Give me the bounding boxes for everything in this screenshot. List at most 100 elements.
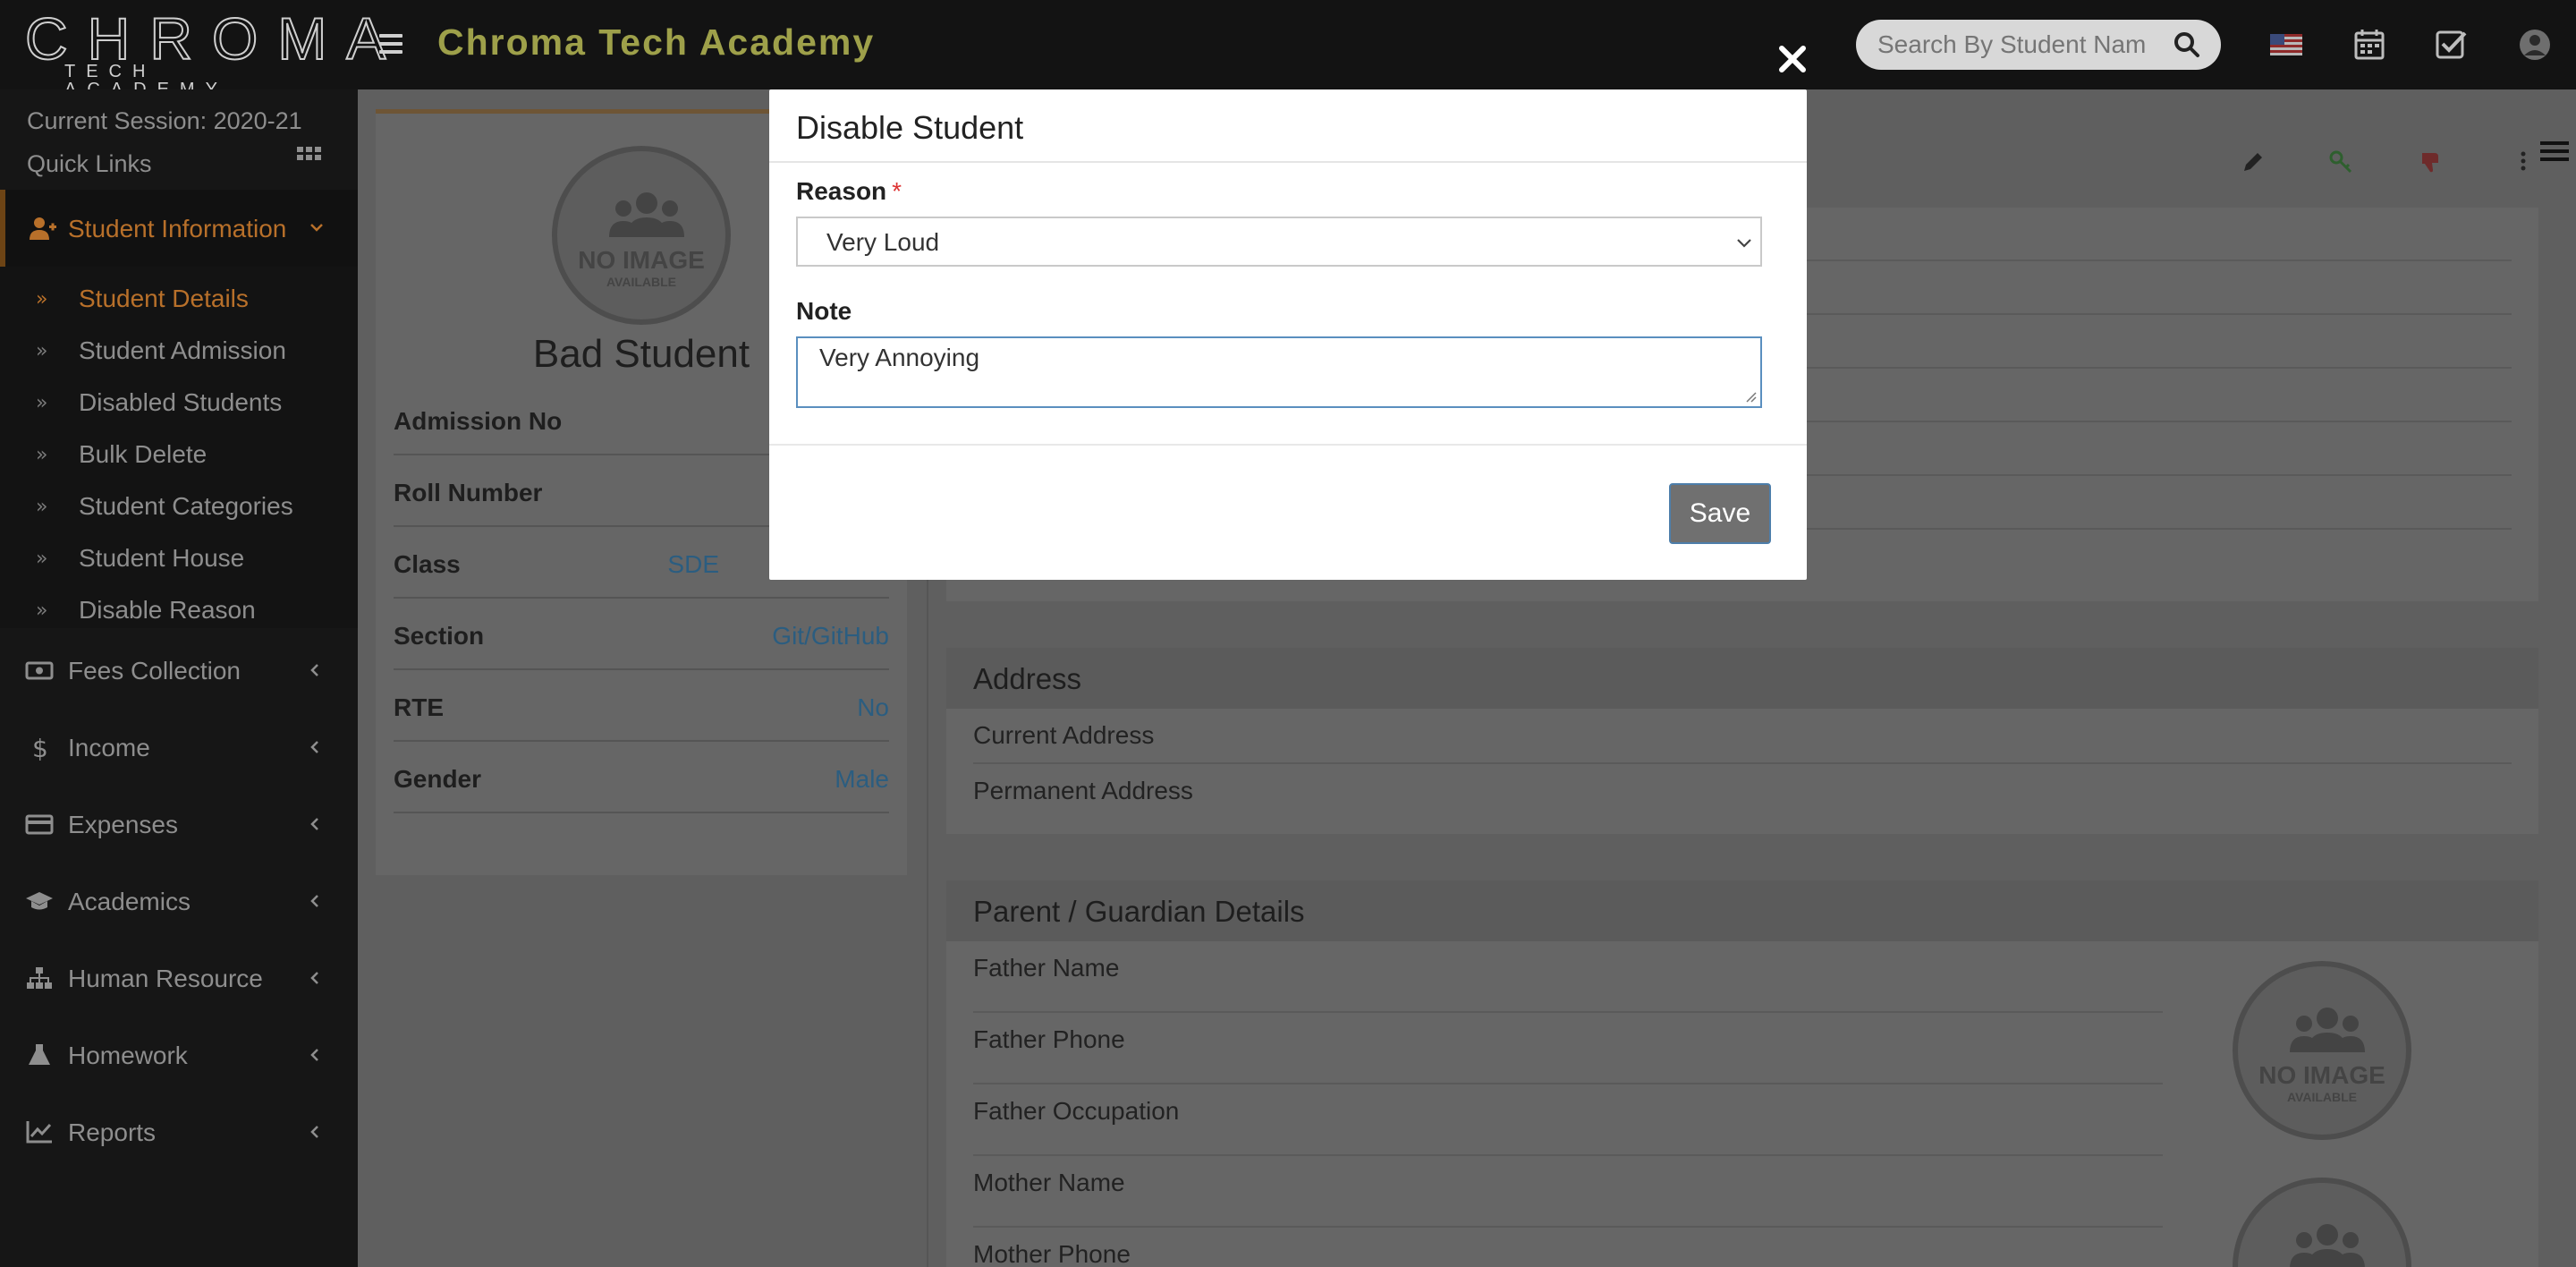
money-icon — [25, 661, 54, 680]
address-panel-header: Address — [946, 648, 2538, 709]
double-chevron-icon: » — [36, 496, 48, 518]
address-panel: Address Current Address Permanent Addres… — [946, 648, 2538, 834]
row-label: Father Occupation — [973, 1097, 1180, 1125]
sitemap-icon — [27, 967, 52, 989]
row-label: Mother Phone — [973, 1240, 1131, 1267]
search-icon[interactable] — [2169, 27, 2205, 63]
more-vertical-icon[interactable] — [2510, 149, 2537, 175]
thumbs-down-icon[interactable] — [2417, 149, 2444, 175]
chevron-down-icon — [310, 224, 323, 232]
address-row: Current Address — [973, 709, 2512, 764]
dollar-icon: $ — [32, 734, 48, 761]
calendar-icon[interactable] — [2350, 25, 2389, 64]
reason-select[interactable]: Very Loud — [798, 218, 1760, 265]
info-key: RTE — [394, 693, 444, 721]
row-label: Mother Name — [973, 1169, 1125, 1196]
info-value: SDE — [667, 550, 719, 578]
sidebar-item-student-house[interactable]: » Student House — [0, 531, 358, 583]
row-label: Permanent Address — [973, 777, 1193, 804]
no-image-text: NO IMAGE — [2258, 1061, 2385, 1089]
double-chevron-icon: » — [36, 392, 48, 414]
info-key: Section — [394, 622, 485, 650]
reason-select-wrapper: Very Loud — [796, 217, 1762, 267]
sidebar-item-label: Disabled Students — [79, 388, 283, 416]
menu-icon[interactable] — [379, 34, 402, 55]
chevron-left-icon — [310, 1126, 318, 1138]
user-plus-icon — [30, 217, 56, 240]
sidebar-item-student-categories[interactable]: » Student Categories — [0, 480, 358, 531]
address-row: Permanent Address — [973, 764, 2512, 820]
sidebar-item-disable-reason[interactable]: » Disable Reason — [0, 583, 358, 635]
sidebar-item-homework[interactable]: Homework — [0, 1016, 358, 1093]
sidebar-item-label: Expenses — [68, 811, 178, 838]
sidebar-item-reports[interactable]: Reports — [0, 1093, 358, 1170]
sidebar-item-label: Disable Reason — [79, 596, 256, 624]
row-label: Current Address — [973, 721, 1155, 749]
info-key: Gender — [394, 765, 482, 793]
parent-row: Mother Phone — [973, 1228, 2163, 1267]
father-avatar: NO IMAGE AVAILABLE — [2233, 961, 2411, 1140]
info-key: Roll Number — [394, 479, 543, 506]
info-row-section: Section Git/GitHub — [394, 599, 889, 670]
flask-icon — [29, 1044, 50, 1065]
note-label: Note — [796, 297, 852, 325]
current-session: Current Session: 2020-21 — [27, 107, 302, 134]
reason-label: Reason * — [796, 177, 902, 206]
chevron-left-icon — [310, 1049, 318, 1061]
panel-title: Parent / Guardian Details — [973, 895, 1305, 928]
info-row-gender: Gender Male — [394, 742, 889, 813]
sidebar-item-label: Income — [68, 734, 150, 761]
sidebar-item-income[interactable]: $ Income — [0, 709, 358, 786]
sidebar-section-student-information[interactable]: Student Information — [0, 190, 358, 267]
credit-card-icon — [25, 814, 54, 835]
sidebar-item-expenses[interactable]: Expenses — [0, 786, 358, 863]
grid-icon[interactable] — [297, 147, 322, 168]
search-input[interactable] — [1877, 27, 2146, 63]
sidebar-item-fees-collection[interactable]: Fees Collection — [0, 632, 358, 709]
info-value: Male — [835, 765, 889, 793]
required-mark: * — [892, 177, 902, 205]
line-chart-icon — [26, 1121, 52, 1144]
sidebar-item-human-resource[interactable]: Human Resource — [0, 940, 358, 1016]
sidebar-item-disabled-students[interactable]: » Disabled Students — [0, 376, 358, 428]
info-key: Admission No — [394, 407, 563, 435]
sidebar-item-label: Human Resource — [68, 965, 263, 992]
hamburger-menu-icon[interactable] — [2540, 138, 2569, 165]
profile-avatar: NO IMAGE AVAILABLE — [552, 146, 731, 325]
parent-guardian-panel: Parent / Guardian Details Father Name Fa… — [946, 880, 2538, 1267]
edit-pencil-icon[interactable] — [2240, 149, 2267, 175]
info-value: No — [857, 693, 889, 721]
parent-row: Mother Name — [973, 1156, 2163, 1228]
info-value: Git/GitHub — [772, 622, 889, 650]
save-button[interactable]: Save — [1669, 483, 1771, 544]
no-image-people-icon — [2290, 1224, 2365, 1267]
sidebar-item-student-admission[interactable]: » Student Admission — [0, 324, 358, 376]
us-flag-icon[interactable] — [2267, 25, 2306, 64]
sidebar-item-academics[interactable]: Academics — [0, 863, 358, 940]
close-icon[interactable] — [1776, 43, 1809, 75]
sidebar-item-label: Student Admission — [79, 336, 286, 364]
user-avatar-icon[interactable] — [2515, 25, 2555, 64]
divider — [769, 161, 1807, 163]
tasks-checkbox-icon[interactable] — [2431, 25, 2470, 64]
sidebar-item-student-details[interactable]: » Student Details — [0, 272, 358, 324]
double-chevron-icon: » — [36, 599, 48, 622]
sidebar-item-label: Academics — [68, 888, 191, 915]
row-label: Father Name — [973, 954, 1120, 982]
no-image-people-icon — [2290, 1008, 2365, 1052]
double-chevron-icon: » — [36, 340, 48, 362]
top-header: CHROMA TECH ACADEMY Chroma Tech Academy — [0, 0, 2576, 98]
note-textarea-wrapper: Very Annoying — [796, 336, 1762, 408]
mother-avatar — [2233, 1178, 2411, 1267]
chevron-left-icon — [310, 895, 318, 907]
double-chevron-icon: » — [36, 288, 48, 310]
chevron-left-icon — [310, 741, 318, 753]
note-textarea[interactable]: Very Annoying — [798, 338, 1760, 406]
sidebar: Current Session: 2020-21 Quick Links Stu… — [0, 89, 358, 1267]
double-chevron-icon: » — [36, 444, 48, 466]
key-icon[interactable] — [2327, 149, 2354, 175]
row-label: Father Phone — [973, 1025, 1125, 1053]
available-text: AVAILABLE — [606, 275, 677, 289]
quick-links[interactable]: Quick Links — [27, 150, 152, 178]
sidebar-item-bulk-delete[interactable]: » Bulk Delete — [0, 428, 358, 480]
